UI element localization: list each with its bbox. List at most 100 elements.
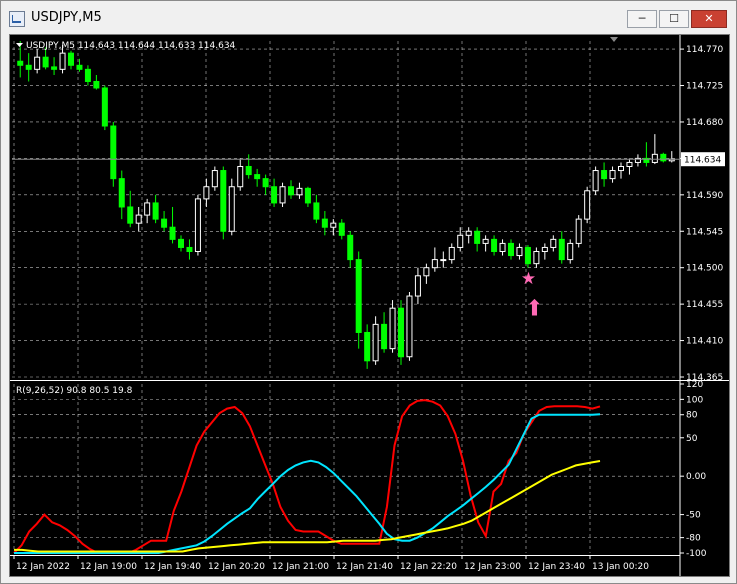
main-chart-header: USDJPY,M5 114.643 114.644 114.633 114.63… — [26, 41, 236, 51]
candle-body — [271, 186, 278, 204]
candle-body — [558, 238, 565, 261]
minimize-button[interactable]: ─ — [627, 10, 657, 28]
candle-body — [144, 202, 151, 216]
y-tick-label: 114.545 — [686, 227, 723, 237]
candle-body — [169, 226, 176, 240]
y-tick-label: 114.725 — [686, 82, 723, 92]
x-tick-label: 12 Jan 21:40 — [336, 562, 393, 572]
triangle-down-icon — [16, 43, 23, 47]
candle-body — [474, 230, 481, 244]
candle-body — [550, 238, 557, 248]
chart-shift-icon — [610, 37, 618, 42]
candle-body — [186, 246, 193, 253]
x-tick-label: 12 Jan 21:00 — [272, 562, 329, 572]
indicator-line-0 — [13, 399, 601, 554]
candle-body — [491, 238, 498, 253]
candle-body — [321, 218, 328, 228]
candle-body — [381, 323, 388, 350]
window-titlebar[interactable]: USDJPY,M5 ─ ☐ ✕ — [1, 1, 736, 33]
candle-body — [203, 186, 210, 200]
candle-body — [313, 202, 320, 220]
y-tick-label: 114.455 — [686, 300, 723, 310]
candle-body — [508, 242, 514, 257]
candle-body — [347, 234, 354, 261]
candle-body — [245, 165, 252, 176]
candle-body — [135, 214, 142, 224]
candle-body — [516, 246, 523, 257]
candle-body — [93, 80, 100, 89]
candle-body — [364, 331, 371, 362]
candle-body — [34, 56, 41, 70]
current-price-label: 114.634 — [684, 156, 721, 166]
candle-body — [330, 222, 337, 228]
candle-body — [262, 178, 269, 188]
candle-body — [601, 170, 608, 180]
candle-body — [499, 242, 506, 253]
x-tick-label: 13 Jan 00:20 — [592, 562, 649, 572]
indicator-tick-label: -100 — [686, 549, 707, 559]
candle-body — [423, 267, 430, 277]
candle-body — [448, 246, 455, 261]
candle-body — [101, 87, 108, 127]
candle-body — [482, 238, 489, 244]
indicator-tick-label: 120 — [686, 380, 703, 390]
candle-body — [567, 242, 574, 261]
candle-body — [68, 52, 74, 66]
candle-body — [42, 56, 49, 68]
x-tick-label: 12 Jan 19:00 — [80, 562, 137, 572]
indicator-tick-label: 0.00 — [686, 472, 706, 482]
candle-body — [220, 170, 227, 232]
indicator-tick-label: 100 — [686, 395, 703, 405]
chart-canvas[interactable]: 12 Jan 2022 12 Jan 19:00 12 Jan 19:40 12 Ja… — [10, 35, 729, 576]
candle-body — [161, 218, 168, 228]
y-tick-label: 114.500 — [686, 264, 723, 274]
candle-body — [524, 246, 531, 265]
candle-body — [457, 234, 464, 248]
candle-body — [178, 238, 184, 248]
candle-body — [228, 186, 235, 232]
candle-body — [17, 60, 24, 66]
y-tick-label: 114.590 — [686, 191, 723, 201]
chart-area[interactable]: 12 Jan 2022 12 Jan 19:00 12 Jan 19:40 12 Ja… — [9, 34, 730, 577]
candle-body — [237, 165, 244, 188]
candle-body — [25, 64, 32, 70]
candle-body — [76, 64, 83, 70]
candle-body — [194, 198, 201, 253]
window-title: USDJPY,M5 — [31, 10, 102, 25]
candle-body — [372, 323, 379, 362]
x-tick-label: 12 Jan 23:00 — [464, 562, 521, 572]
candle-body — [465, 230, 472, 236]
candle-body — [279, 186, 286, 204]
candle-body — [152, 202, 159, 220]
candle-body — [51, 66, 58, 70]
candle-body — [592, 170, 599, 192]
maximize-button[interactable]: ☐ — [659, 10, 689, 28]
chart-window-icon — [9, 11, 25, 27]
indicator-tick-label: 50 — [686, 434, 698, 444]
indicator-tick-label: -80 — [686, 534, 701, 544]
candle-body — [651, 153, 658, 163]
indicator-tick-label: -50 — [686, 511, 701, 521]
y-tick-label: 114.680 — [686, 118, 723, 128]
indicator-header: R(9,26,52) 90.8 80.5 19.8 — [16, 386, 133, 396]
candle-body — [431, 259, 438, 269]
candle-body — [440, 259, 447, 262]
candle-body — [626, 161, 633, 167]
candle-body — [355, 259, 362, 333]
candle-body — [609, 170, 616, 180]
candle-body — [584, 190, 591, 220]
chart-window: USDJPY,M5 ─ ☐ ✕ 12 Jan 2022 12 Jan 19:00 1… — [0, 0, 737, 584]
x-tick-label: 12 Jan 23:40 — [528, 562, 585, 572]
candle-body — [84, 68, 91, 82]
up-arrow-marker: ⬆ — [525, 297, 543, 322]
close-button[interactable]: ✕ — [691, 10, 727, 28]
candle-body — [414, 275, 421, 297]
candle-body — [338, 222, 345, 236]
candle-body — [288, 186, 294, 196]
candle-body — [211, 170, 218, 188]
candle-body — [660, 153, 667, 162]
y-tick-label: 114.410 — [686, 337, 723, 347]
candle-body — [575, 218, 582, 244]
candle-body — [59, 52, 66, 70]
candle-body — [254, 174, 261, 180]
